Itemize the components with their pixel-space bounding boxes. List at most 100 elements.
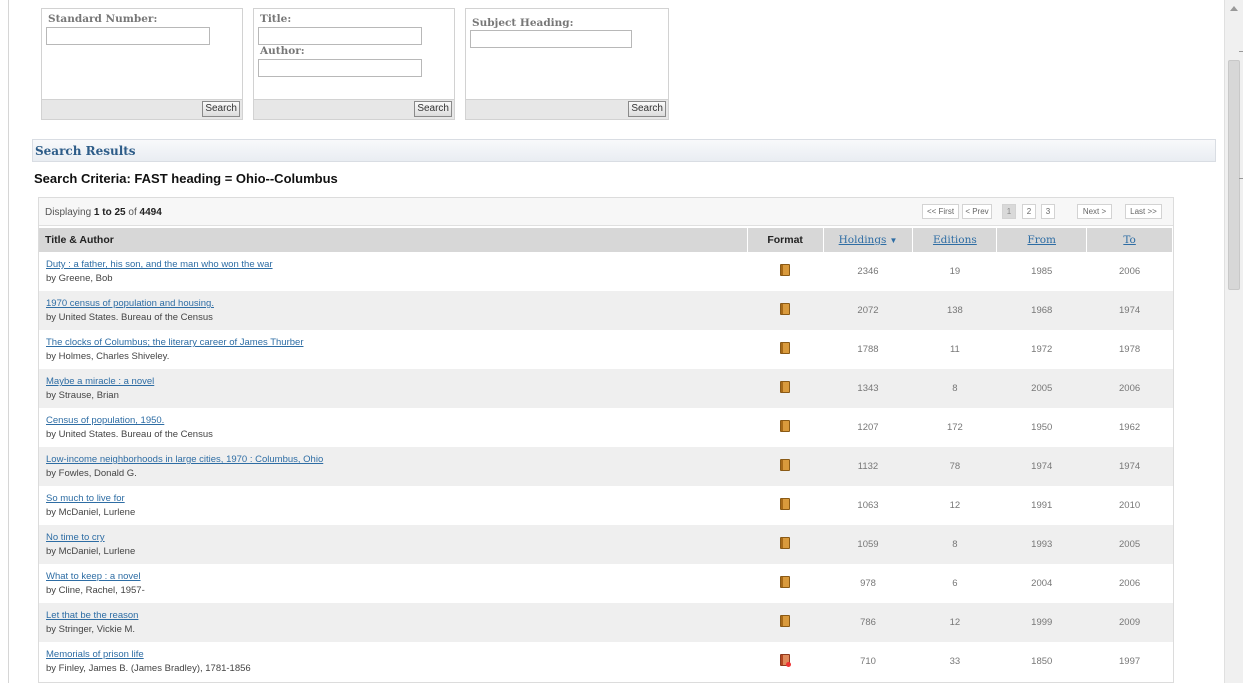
format-cell <box>747 642 823 681</box>
author-text: by Greene, Bob <box>46 273 113 284</box>
standard-number-input[interactable] <box>46 27 210 45</box>
title-link[interactable]: Memorials of prison life <box>46 649 747 660</box>
format-cell <box>747 369 824 408</box>
vertical-scrollbar[interactable] <box>1224 0 1243 683</box>
displaying-total: 4494 <box>139 207 162 218</box>
book-icon <box>780 537 791 549</box>
displaying-count: Displaying 1 to 25 of 4494 <box>45 207 162 218</box>
from-cell: 1950 <box>1031 422 1053 433</box>
holdings-cell: 978 <box>860 578 876 589</box>
holdings-cell: 2346 <box>857 266 879 277</box>
pager-prev-button[interactable]: < Prev <box>962 204 992 219</box>
displaying-to-word: to <box>102 207 112 218</box>
holdings-cell: 1207 <box>857 422 879 433</box>
book-icon <box>780 264 791 276</box>
from-cell: 1972 <box>1031 344 1053 355</box>
title-link[interactable]: Low-income neighborhoods in large cities… <box>46 454 747 465</box>
from-cell: 1991 <box>1031 500 1053 511</box>
title-link[interactable]: So much to live for <box>46 493 747 504</box>
results-panel: Displaying 1 to 25 of 4494 << First < Pr… <box>38 197 1174 683</box>
search-results-header: Search Results <box>32 139 1216 162</box>
search-box-footer: Search <box>42 99 242 119</box>
table-row: Let that be the reason by Stringer, Vicki… <box>39 603 1173 642</box>
standard-number-search-button[interactable]: Search <box>202 101 240 117</box>
pager-page-3[interactable]: 3 <box>1041 204 1055 219</box>
format-cell <box>747 603 824 642</box>
editions-cell: 6 <box>952 578 958 589</box>
title-author-cell: Duty : a father, his son, and the man wh… <box>39 252 747 291</box>
title-author-cell: No time to cry by McDaniel, Lurlene <box>39 525 748 564</box>
to-cell: 2005 <box>1086 525 1173 564</box>
editions-cell: 19 <box>949 266 961 277</box>
from-cell: 1985 <box>1031 266 1053 277</box>
title-author-search-box: Title: Author: Search <box>253 8 455 120</box>
title-author-cell: Census of population, 1950. by United Sta… <box>39 408 747 447</box>
title-link[interactable]: The clocks of Columbus; the literary car… <box>46 337 747 348</box>
column-editions[interactable]: Editions <box>912 228 998 252</box>
format-cell <box>747 486 823 525</box>
to-cell: 1997 <box>1119 656 1141 667</box>
standard-number-search-box: Standard Number: Search <box>41 8 243 120</box>
pager-page-2[interactable]: 2 <box>1022 204 1036 219</box>
table-row: Low-income neighborhoods in large cities… <box>39 447 1173 486</box>
author-text: by United States. Bureau of the Census <box>46 429 213 440</box>
title-link[interactable]: No time to cry <box>46 532 747 543</box>
to-cell: 2009 <box>1086 603 1173 642</box>
sort-holdings-link[interactable]: Holdings <box>839 234 887 246</box>
search-box-footer: Search <box>466 99 668 119</box>
holdings-cell: 710 <box>860 656 876 667</box>
editions-cell: 11 <box>949 344 960 355</box>
pager-first-button[interactable]: << First <box>922 204 959 219</box>
column-from[interactable]: From <box>996 228 1088 252</box>
subject-heading-input[interactable] <box>470 30 632 48</box>
pager-next-button[interactable]: Next > <box>1077 204 1112 219</box>
editions-cell: 33 <box>949 656 961 667</box>
title-author-cell: What to keep : a novel by Cline, Rachel, … <box>39 564 747 603</box>
title-link[interactable]: What to keep : a novel <box>46 571 747 582</box>
title-author-search-button[interactable]: Search <box>414 101 452 117</box>
from-cell: 1993 <box>996 525 1087 564</box>
to-cell: 2006 <box>1086 369 1173 408</box>
title-author-cell: Let that be the reason by Stringer, Vicki… <box>39 603 748 642</box>
sort-to-link[interactable]: To <box>1123 234 1136 246</box>
title-author-cell: Maybe a miracle : a novel by Strause, Bri… <box>39 369 748 408</box>
title-link[interactable]: Duty : a father, his son, and the man wh… <box>46 259 747 270</box>
search-box-footer: Search <box>254 99 454 119</box>
to-cell: 1978 <box>1119 344 1141 355</box>
displaying-of-word: of <box>128 207 137 218</box>
format-cell <box>747 330 823 369</box>
title-link[interactable]: Let that be the reason <box>46 610 747 621</box>
author-text: by United States. Bureau of the Census <box>46 312 213 323</box>
column-holdings[interactable]: Holdings ▼ <box>823 228 914 252</box>
sort-from-link[interactable]: From <box>1027 234 1056 246</box>
holdings-cell: 1788 <box>857 344 879 355</box>
pager-last-button[interactable]: Last >> <box>1125 204 1162 219</box>
sort-desc-icon: ▼ <box>889 236 898 245</box>
subject-search-button[interactable]: Search <box>628 101 666 117</box>
title-link[interactable]: 1970 census of population and housing. <box>46 298 747 309</box>
from-cell: 2005 <box>996 369 1087 408</box>
format-cell <box>747 525 824 564</box>
results-table: Title & Author Format Holdings ▼ Editions… <box>39 228 1173 681</box>
to-cell: 2006 <box>1119 578 1141 589</box>
from-cell: 1974 <box>996 447 1087 486</box>
scroll-up-icon[interactable] <box>1230 6 1238 11</box>
book-icon <box>780 615 791 627</box>
from-cell: 1850 <box>1031 656 1053 667</box>
editions-cell: 12 <box>912 603 997 642</box>
author-input[interactable] <box>258 59 422 77</box>
scrollbar-thumb[interactable] <box>1228 60 1240 290</box>
holdings-cell: 786 <box>823 603 913 642</box>
book-icon <box>780 576 791 588</box>
page: Standard Number: Search Title: Author: S… <box>8 0 1224 683</box>
column-to[interactable]: To <box>1086 228 1173 252</box>
sort-editions-link[interactable]: Editions <box>933 234 977 246</box>
to-cell: 2006 <box>1119 266 1141 277</box>
editions-cell: 12 <box>949 500 961 511</box>
title-link[interactable]: Census of population, 1950. <box>46 415 747 426</box>
title-link[interactable]: Maybe a miracle : a novel <box>46 376 747 387</box>
title-input[interactable] <box>258 27 422 45</box>
pager-page-1[interactable]: 1 <box>1002 204 1016 219</box>
search-results-title: Search Results <box>35 144 136 158</box>
subject-heading-label: Subject Heading: <box>472 17 574 29</box>
